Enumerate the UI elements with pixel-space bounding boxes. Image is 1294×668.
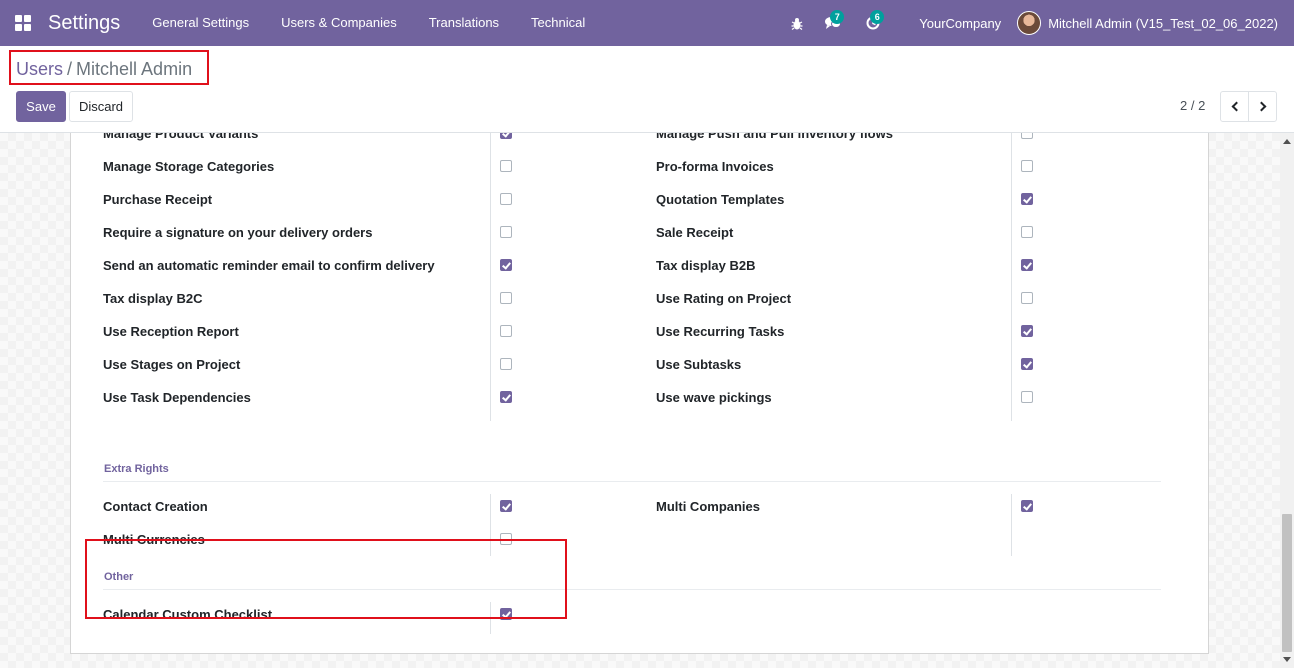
perm-label-use-recurring-tasks: Use Recurring Tasks bbox=[656, 324, 785, 339]
user-avatar bbox=[1017, 11, 1042, 35]
perm-label-quotation-templates: Quotation Templates bbox=[656, 192, 785, 207]
perm-label-multi-companies: Multi Companies bbox=[656, 499, 761, 514]
column-separator bbox=[490, 133, 491, 421]
chevron-left-icon bbox=[1231, 101, 1241, 112]
perm-checkbox-use-recurring-tasks[interactable] bbox=[1021, 325, 1033, 337]
form-sheet: Manage Product Variants Manage Storage Ca… bbox=[70, 133, 1209, 654]
group-title-extra-rights: Extra Rights bbox=[104, 463, 169, 475]
perm-label-send-an-automatic-reminder-email-to-confirm-delivery: Send an automatic reminder email to conf… bbox=[103, 258, 435, 273]
perm-label-contact-creation: Contact Creation bbox=[103, 499, 208, 514]
perm-label-manage-product-variants: Manage Product Variants bbox=[103, 133, 259, 141]
perm-checkbox-use-wave-pickings[interactable] bbox=[1021, 391, 1033, 403]
perm-label-use-stages-on-project: Use Stages on Project bbox=[103, 357, 241, 372]
perm-checkbox-use-subtasks[interactable] bbox=[1021, 358, 1033, 370]
perm-checkbox-tax-display-b2b[interactable] bbox=[1021, 259, 1033, 271]
highlight-box-breadcrumb bbox=[9, 50, 209, 85]
chevron-right-icon bbox=[1256, 101, 1266, 112]
perm-checkbox-use-reception-report[interactable] bbox=[500, 325, 512, 337]
scrollbar-thumb[interactable] bbox=[1282, 514, 1292, 652]
company-switcher[interactable]: YourCompany bbox=[893, 16, 1017, 31]
perm-checkbox-pro-forma-invoices[interactable] bbox=[1021, 160, 1033, 172]
apps-menu-icon[interactable] bbox=[0, 0, 46, 46]
column-separator bbox=[1011, 133, 1012, 421]
save-button[interactable]: Save bbox=[16, 91, 66, 122]
perm-label-manage-storage-categories: Manage Storage Categories bbox=[103, 159, 275, 174]
pager-value[interactable]: 2 / 2 bbox=[1180, 98, 1205, 113]
column-separator bbox=[1011, 494, 1012, 556]
pager-previous-button[interactable] bbox=[1220, 91, 1249, 122]
debug-bug-icon[interactable] bbox=[781, 0, 813, 46]
scroll-down-arrow-icon[interactable] bbox=[1283, 657, 1291, 662]
menu-general-settings[interactable]: General Settings bbox=[136, 0, 265, 46]
discard-button[interactable]: Discard bbox=[69, 91, 133, 122]
perm-checkbox-use-stages-on-project[interactable] bbox=[500, 358, 512, 370]
perm-checkbox-manage-push-and-pull-inventory-flows[interactable] bbox=[1021, 133, 1033, 139]
perm-checkbox-contact-creation[interactable] bbox=[500, 500, 512, 512]
pager-next-button[interactable] bbox=[1248, 91, 1277, 122]
messages-count-badge: 7 bbox=[830, 10, 845, 24]
menu-translations[interactable]: Translations bbox=[413, 0, 515, 46]
perm-label-purchase-receipt: Purchase Receipt bbox=[103, 192, 213, 207]
user-name: Mitchell Admin (V15_Test_02_06_2022) bbox=[1048, 15, 1278, 31]
perm-checkbox-use-rating-on-project[interactable] bbox=[1021, 292, 1033, 304]
vertical-scrollbar[interactable] bbox=[1280, 133, 1294, 668]
app-title[interactable]: Settings bbox=[48, 12, 120, 35]
perm-label-tax-display-b2b: Tax display B2B bbox=[656, 258, 756, 273]
menu-users-companies[interactable]: Users & Companies bbox=[265, 0, 413, 46]
perm-checkbox-multi-companies[interactable] bbox=[1021, 500, 1033, 512]
perm-checkbox-require-a-signature-on-your-delivery-orders[interactable] bbox=[500, 226, 512, 238]
menu-technical[interactable]: Technical bbox=[515, 0, 601, 46]
perm-label-manage-push-and-pull-inventory-flows: Manage Push and Pull inventory flows bbox=[656, 133, 893, 141]
perm-checkbox-manage-product-variants[interactable] bbox=[500, 133, 512, 139]
scroll-up-arrow-icon[interactable] bbox=[1283, 139, 1291, 144]
user-menu[interactable]: Mitchell Admin (V15_Test_02_06_2022) bbox=[1017, 11, 1294, 35]
perm-checkbox-send-an-automatic-reminder-email-to-confirm-delivery[interactable] bbox=[500, 259, 512, 271]
perm-label-use-reception-report: Use Reception Report bbox=[103, 324, 239, 339]
perm-label-pro-forma-invoices: Pro-forma Invoices bbox=[656, 159, 774, 174]
perm-label-tax-display-b2c: Tax display B2C bbox=[103, 291, 203, 306]
perm-label-use-wave-pickings: Use wave pickings bbox=[656, 390, 772, 405]
activities-count-badge: 6 bbox=[870, 10, 885, 24]
perm-label-use-subtasks: Use Subtasks bbox=[656, 357, 742, 372]
form-content: Manage Product Variants Manage Storage Ca… bbox=[0, 133, 1280, 668]
highlight-box-other bbox=[85, 539, 567, 619]
perm-label-use-task-dependencies: Use Task Dependencies bbox=[103, 390, 251, 405]
perm-checkbox-sale-receipt[interactable] bbox=[1021, 226, 1033, 238]
perm-label-sale-receipt: Sale Receipt bbox=[656, 225, 734, 240]
perm-checkbox-quotation-templates[interactable] bbox=[1021, 193, 1033, 205]
perm-checkbox-manage-storage-categories[interactable] bbox=[500, 160, 512, 172]
activities-clock-icon[interactable]: 6 bbox=[853, 0, 893, 46]
messages-chat-icon[interactable]: 7 bbox=[813, 0, 853, 46]
perm-checkbox-tax-display-b2c[interactable] bbox=[500, 292, 512, 304]
top-navbar: Settings General Settings Users & Compan… bbox=[0, 0, 1294, 46]
group-divider bbox=[103, 481, 1161, 482]
perm-checkbox-purchase-receipt[interactable] bbox=[500, 193, 512, 205]
perm-label-require-a-signature-on-your-delivery-orders: Require a signature on your delivery ord… bbox=[103, 225, 373, 240]
perm-label-use-rating-on-project: Use Rating on Project bbox=[656, 291, 792, 306]
control-panel: Users / Mitchell Admin Save Discard 2 / 2 bbox=[0, 46, 1294, 133]
perm-checkbox-use-task-dependencies[interactable] bbox=[500, 391, 512, 403]
